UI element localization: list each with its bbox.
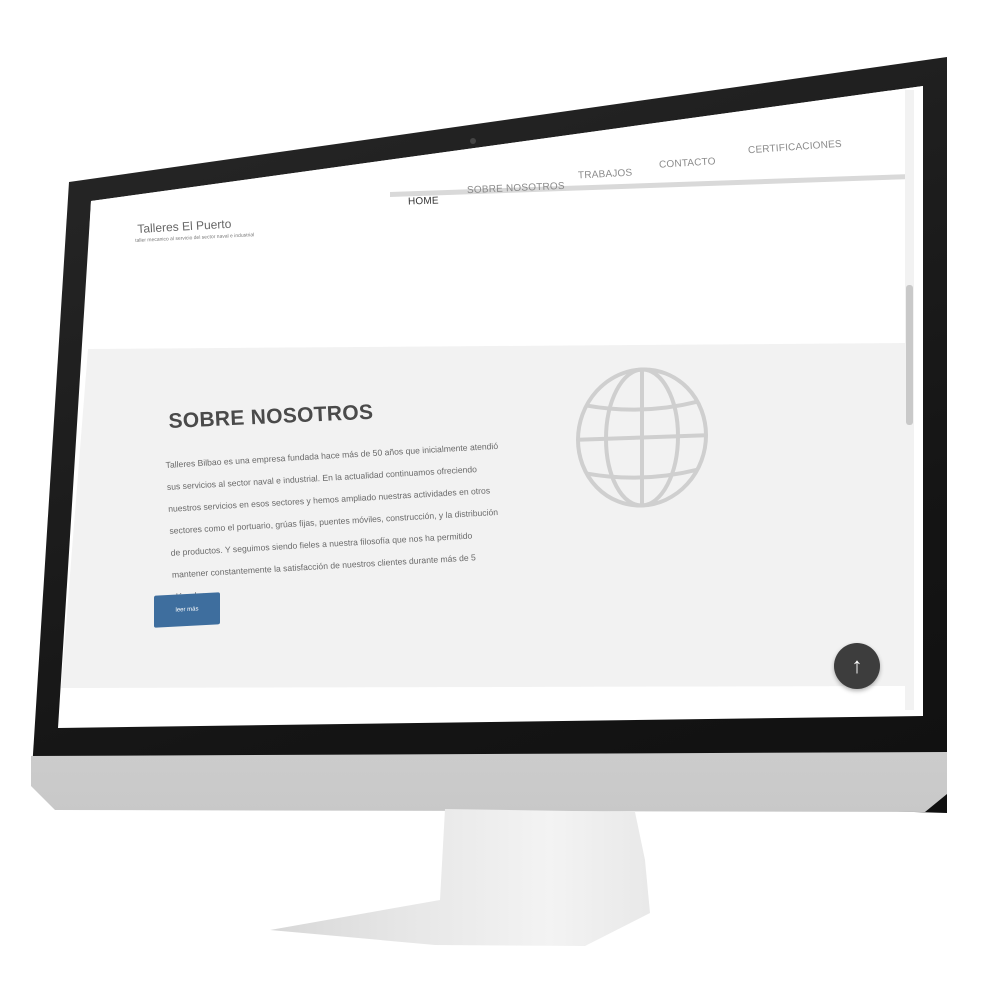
globe-icon (576, 367, 708, 508)
nav-item-home[interactable]: HOME (408, 195, 439, 207)
back-to-top-button[interactable]: ↑ (834, 643, 880, 689)
about-paragraph: Talleres Bilbao es una empresa fundada h… (165, 440, 499, 601)
read-more-button[interactable]: leer más (154, 592, 220, 628)
arrow-up-icon: ↑ (851, 653, 863, 678)
webcam-dot (470, 138, 476, 144)
scrollbar-thumb[interactable] (906, 285, 913, 425)
